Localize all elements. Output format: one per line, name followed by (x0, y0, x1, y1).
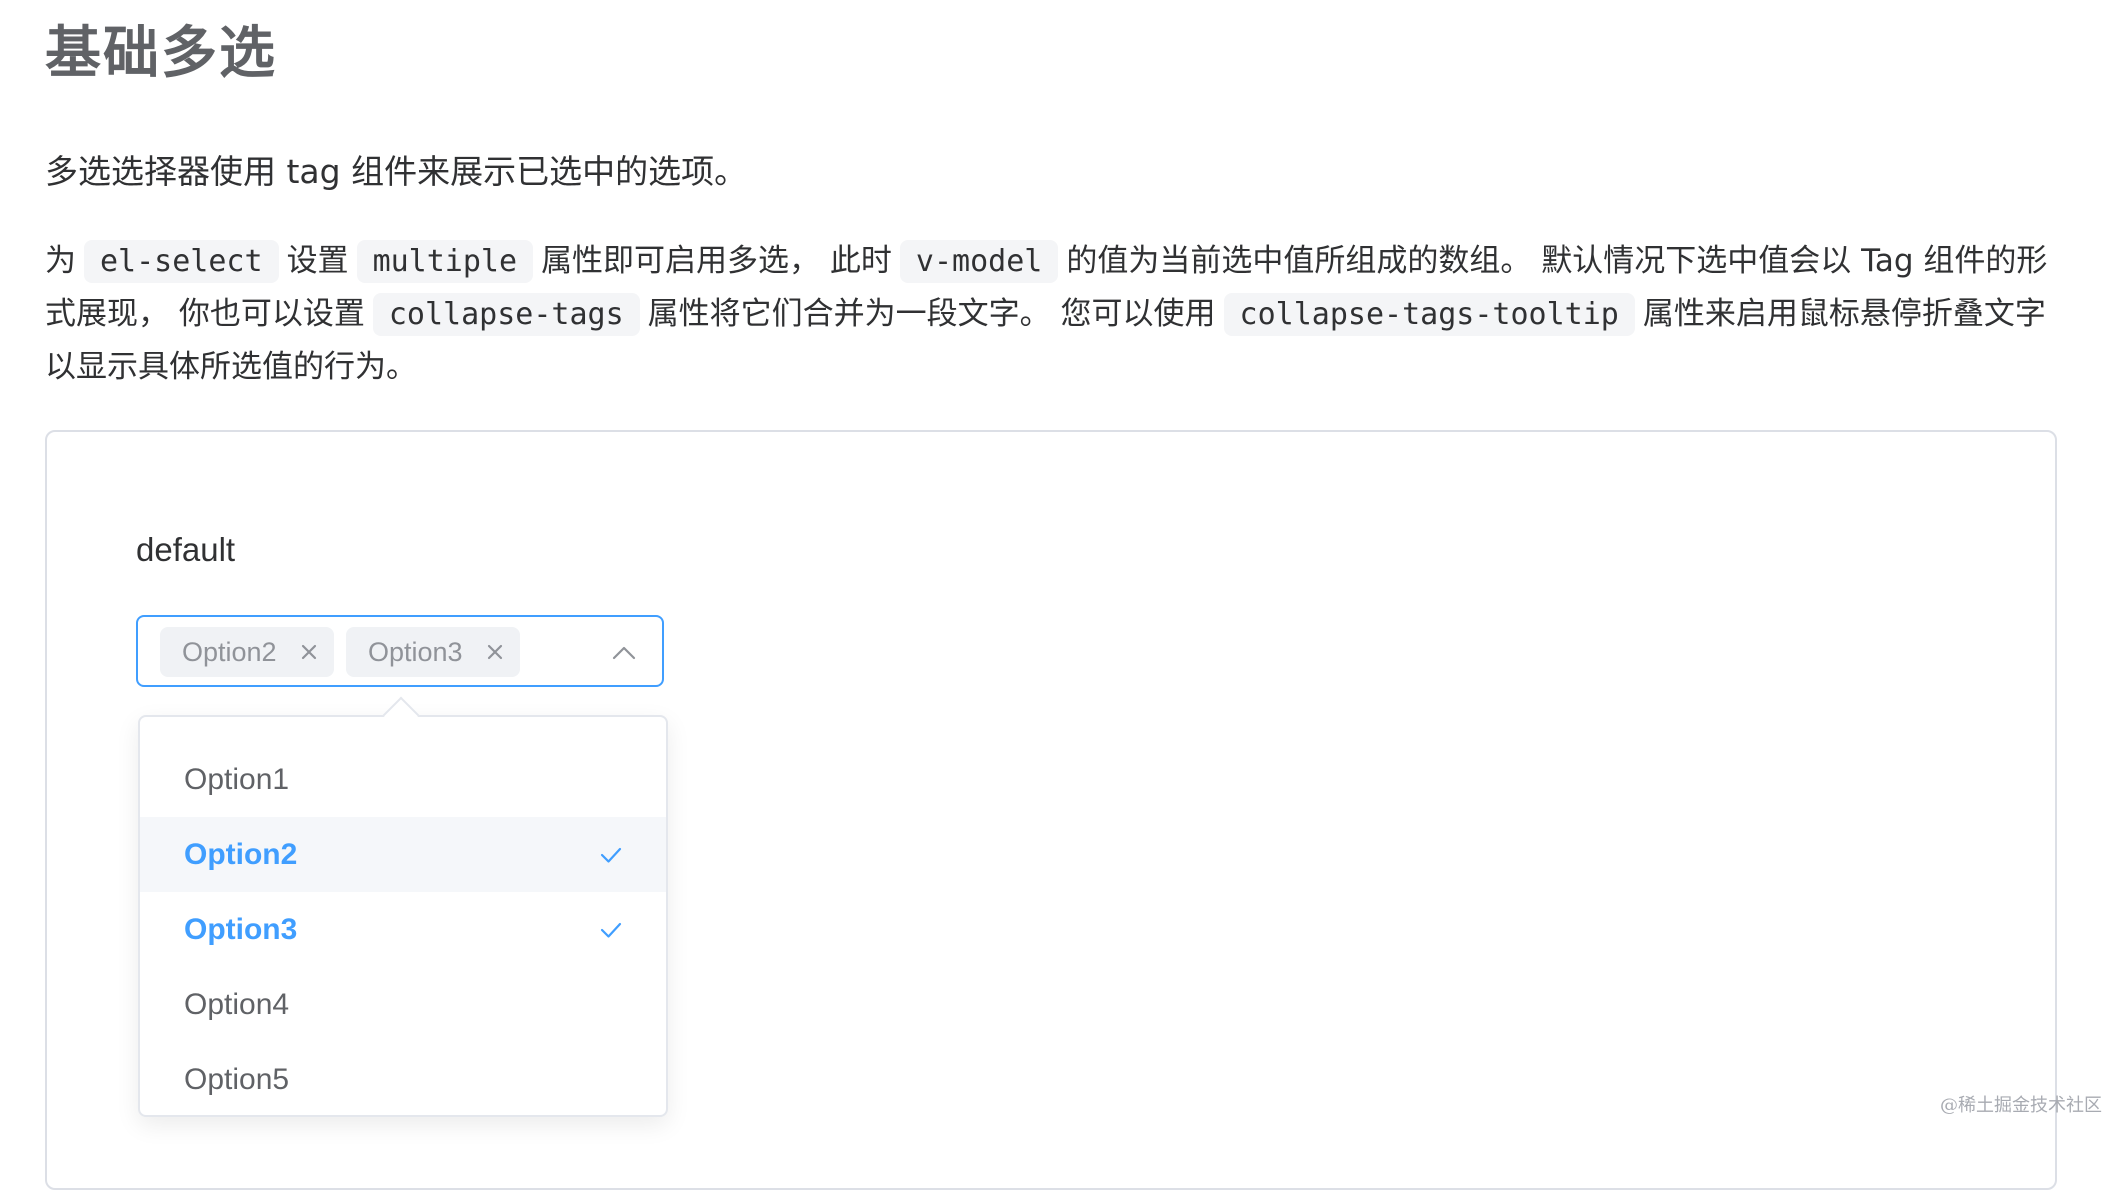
desc-text-5: 属性将它们合并为一段文字。 您可以使用 (647, 296, 1216, 332)
close-icon[interactable] (484, 641, 506, 663)
option-label: Option5 (184, 1063, 290, 1096)
demo-label: default (136, 531, 236, 568)
desc-text-1: 为 (45, 243, 76, 279)
dropdown-option[interactable]: Option3 (140, 892, 666, 967)
code-multiple: multiple (356, 240, 534, 283)
close-icon[interactable] (298, 641, 320, 663)
desc-text-2: 设置 (286, 243, 349, 279)
chevron-up-icon[interactable] (612, 641, 636, 665)
select-tag-label: Option2 (182, 637, 277, 667)
dropdown-option[interactable]: Option4 (140, 967, 666, 1042)
select-dropdown: Option1 Option2 Option3 Option4 Option5 (138, 696, 668, 1117)
multi-select[interactable]: Option2 Option3 (136, 615, 664, 687)
select-tag: Option3 (346, 627, 520, 677)
code-collapse-tags: collapse-tags (372, 293, 640, 336)
watermark: @稀土掘金技术社区 (1940, 1095, 2102, 1116)
option-label: Option4 (184, 988, 290, 1021)
check-icon (600, 847, 622, 863)
code-collapse-tags-tooltip: collapse-tags-tooltip (1223, 293, 1635, 336)
check-icon (600, 922, 622, 938)
dropdown-option[interactable]: Option1 (140, 742, 666, 817)
option-label: Option3 (184, 913, 298, 946)
page-title: 基础多选 (45, 21, 277, 86)
dropdown-option[interactable]: Option2 (140, 817, 666, 892)
description-paragraph: 为 el-select 设置 multiple 属性即可启用多选， 此时 v-model 的… (45, 235, 2075, 393)
option-label: Option1 (184, 763, 290, 796)
code-el-select: el-select (84, 240, 279, 283)
select-tag: Option2 (160, 627, 334, 677)
dropdown-option[interactable]: Option5 (140, 1042, 666, 1117)
select-tag-label: Option3 (368, 637, 463, 667)
intro-text: 多选选择器使用 tag 组件来展示已选中的选项。 (45, 152, 748, 191)
code-v-model: v-model (899, 240, 1059, 283)
desc-text-3: 属性即可启用多选， 此时 (541, 243, 892, 279)
option-label: Option2 (184, 838, 298, 871)
